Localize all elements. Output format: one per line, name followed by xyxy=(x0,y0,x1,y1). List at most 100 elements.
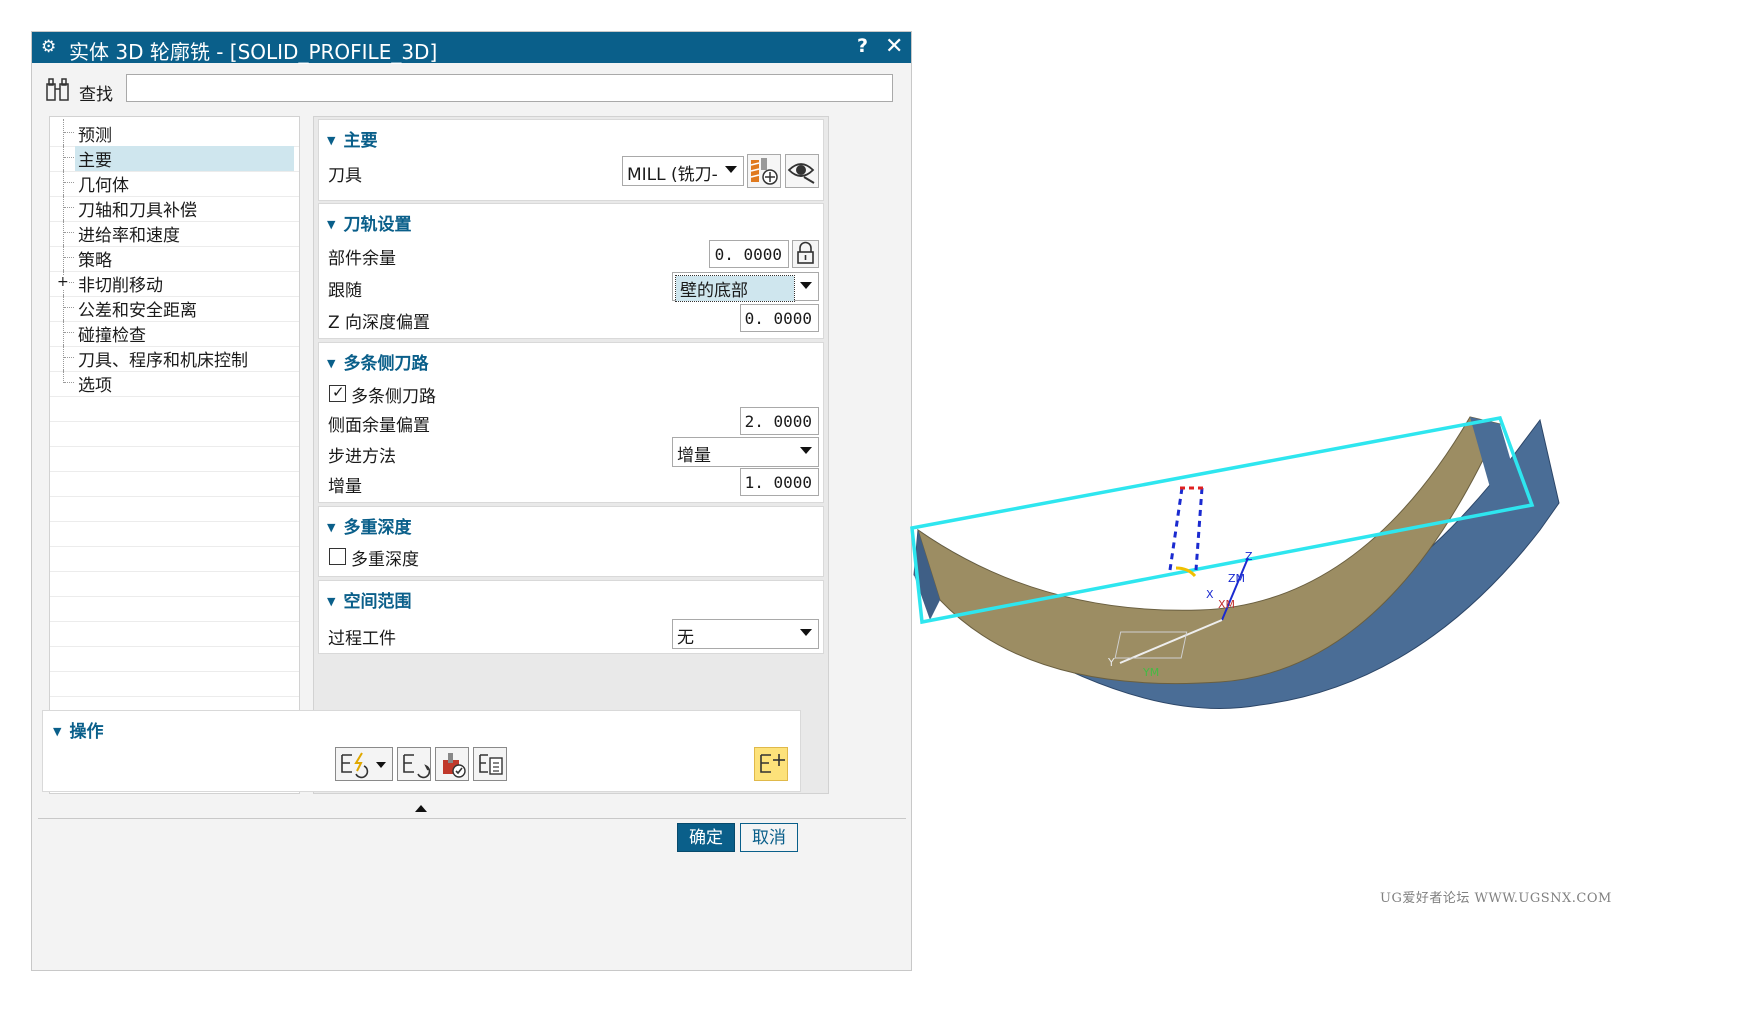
empty-row xyxy=(50,444,299,472)
cancel-button[interactable]: 取消 xyxy=(740,823,798,852)
replay-icon xyxy=(403,754,430,779)
nav-item-main[interactable]: 主要 xyxy=(50,144,299,172)
follow-select[interactable]: 壁的底部 xyxy=(672,272,819,302)
graphics-viewport[interactable]: Z ZM X XM Y YM xyxy=(900,400,1757,900)
expand-icon[interactable]: + xyxy=(57,275,69,289)
nav-item-label: 非切削移动 xyxy=(78,276,163,296)
axis-label-xm: XM xyxy=(1218,598,1235,611)
navigation-tree: 预测 主要 几何体 刀轴和刀具补偿 进给率和速度 策略 + 非切削移动 公差和安全… xyxy=(49,116,300,794)
new-tool-icon xyxy=(750,158,778,185)
group-multiple-side-passes: ▼ 多条侧刀路 ✓ 多条侧刀路 侧面余量偏置 2. 0000 步进方法 增量 增量… xyxy=(318,342,824,503)
new-tool-button[interactable] xyxy=(747,154,781,188)
collapse-dialog-arrow-icon[interactable] xyxy=(415,805,427,812)
group-multi-side-header[interactable]: ▼ 多条侧刀路 xyxy=(327,349,428,374)
axis-label-zm: ZM xyxy=(1228,572,1245,585)
side-stock-offset-input[interactable]: 2. 0000 xyxy=(740,407,819,435)
tree-connector xyxy=(63,119,74,147)
empty-row xyxy=(50,494,299,522)
nav-item-label: 几何体 xyxy=(78,176,129,196)
nav-item-label: 主要 xyxy=(75,146,294,171)
help-button[interactable]: ? xyxy=(857,35,868,57)
collapse-triangle-icon: ▼ xyxy=(327,218,336,231)
multi-side-checkbox[interactable]: ✓ xyxy=(329,383,346,402)
tool-select-value: MILL (铣刀-5 xyxy=(627,165,719,185)
nav-item-label: 刀轴和刀具补偿 xyxy=(78,201,197,221)
empty-row xyxy=(50,519,299,547)
axis-label-ym: YM xyxy=(1142,666,1159,679)
eye-icon xyxy=(787,163,815,184)
close-button[interactable]: ✕ xyxy=(885,34,903,59)
find-label: 查找 xyxy=(79,85,113,105)
group-toolpath-header[interactable]: ▼ 刀轨设置 xyxy=(327,210,411,235)
tool-preview xyxy=(1168,487,1204,571)
tree-connector xyxy=(63,344,74,372)
nav-item-preview[interactable]: 预测 xyxy=(50,119,299,147)
group-space-range: ▼ 空间范围 过程工件 无 xyxy=(318,580,824,654)
empty-row xyxy=(50,419,299,447)
dropdown-arrow-icon xyxy=(800,282,812,289)
binoculars-icon[interactable] xyxy=(44,76,72,104)
dropdown-arrow-icon xyxy=(376,762,386,768)
list-icon xyxy=(479,754,503,775)
empty-row xyxy=(50,394,299,422)
find-input[interactable] xyxy=(126,74,893,102)
nav-item-geometry[interactable]: 几何体 xyxy=(50,169,299,197)
collapse-triangle-icon: ▼ xyxy=(327,595,336,608)
nav-item-strategy[interactable]: 策略 xyxy=(50,244,299,272)
layout-icon xyxy=(760,754,785,773)
dialog-titlebar[interactable]: ⚙ 实体 3D 轮廓铣 - [SOLID_PROFILE_3D] ? ✕ xyxy=(32,32,911,64)
nav-item-non-cutting[interactable]: + 非切削移动 xyxy=(50,269,299,297)
group-space-range-header[interactable]: ▼ 空间范围 xyxy=(327,587,411,612)
list-button[interactable] xyxy=(473,747,507,781)
actions-header[interactable]: ▼ 操作 xyxy=(53,717,103,742)
multi-depth-checkbox[interactable] xyxy=(329,548,346,565)
ipw-select-value: 无 xyxy=(677,628,694,648)
nav-item-feeds-speeds[interactable]: 进给率和速度 xyxy=(50,219,299,247)
nav-item-label: 碰撞检查 xyxy=(78,326,146,346)
nav-item-label: 刀具、程序和机床控制 xyxy=(78,351,248,371)
generate-button[interactable] xyxy=(335,747,393,781)
nav-item-collision-check[interactable]: 碰撞检查 xyxy=(50,319,299,347)
group-toolpath-settings: ▼ 刀轨设置 部件余量 0. 0000 跟随 壁的底部 Z 向深度偏置 0. 00… xyxy=(318,203,824,339)
z-depth-offset-input[interactable]: 0. 0000 xyxy=(740,304,819,332)
tree-connector xyxy=(63,369,74,383)
group-main: ▼ 主要 刀具 MILL (铣刀-5 xyxy=(318,119,824,201)
empty-row xyxy=(50,544,299,572)
layout-button[interactable] xyxy=(754,747,788,781)
group-multi-depth-header[interactable]: ▼ 多重深度 xyxy=(327,513,411,538)
operation-dialog: ⚙ 实体 3D 轮廓铣 - [SOLID_PROFILE_3D] ? ✕ 查找 … xyxy=(31,31,912,971)
dialog-title: 实体 3D 轮廓铣 - [SOLID_PROFILE_3D] xyxy=(69,40,438,64)
tool-select[interactable]: MILL (铣刀-5 xyxy=(622,156,744,186)
part-stock-input[interactable]: 0. 0000 xyxy=(709,240,789,268)
multi-depth-checkbox-label: 多重深度 xyxy=(351,550,419,570)
part-stock-label: 部件余量 xyxy=(328,249,396,269)
verify-button[interactable] xyxy=(435,747,469,781)
ok-button[interactable]: 确定 xyxy=(677,823,735,852)
tree-connector xyxy=(63,169,74,197)
side-stock-offset-label: 侧面余量偏置 xyxy=(328,416,430,436)
group-title: 多重深度 xyxy=(343,518,412,538)
generate-icon xyxy=(341,752,369,779)
tree-connector xyxy=(63,294,74,322)
nav-item-machine-control[interactable]: 刀具、程序和机床控制 xyxy=(50,344,299,372)
nav-item-options[interactable]: 选项 xyxy=(50,369,299,397)
nav-item-label: 进给率和速度 xyxy=(78,226,180,246)
replay-button[interactable] xyxy=(397,747,431,781)
collapse-triangle-icon: ▼ xyxy=(327,521,336,534)
increment-input[interactable]: 1. 0000 xyxy=(740,468,819,496)
parameter-panel: ▼ 主要 刀具 MILL (铣刀-5 ▼ 刀轨设置 部件余量 0. 0000 跟… xyxy=(313,116,829,794)
step-method-label: 步进方法 xyxy=(328,447,396,467)
nav-item-label: 预测 xyxy=(78,126,112,146)
group-title: 多条侧刀路 xyxy=(343,354,429,374)
display-tool-button[interactable] xyxy=(785,154,819,188)
nav-item-tolerances[interactable]: 公差和安全距离 xyxy=(50,294,299,322)
ipw-select[interactable]: 无 xyxy=(672,619,819,649)
group-main-header[interactable]: ▼ 主要 xyxy=(327,126,377,151)
empty-row xyxy=(50,594,299,622)
tree-connector xyxy=(63,194,74,222)
nav-item-tool-axis[interactable]: 刀轴和刀具补偿 xyxy=(50,194,299,222)
step-method-select[interactable]: 增量 xyxy=(672,437,819,467)
lock-button[interactable] xyxy=(792,240,819,268)
watermark: UG爱好者论坛 WWW.UGSNX.COM xyxy=(1380,891,1612,906)
lock-icon xyxy=(797,241,814,264)
